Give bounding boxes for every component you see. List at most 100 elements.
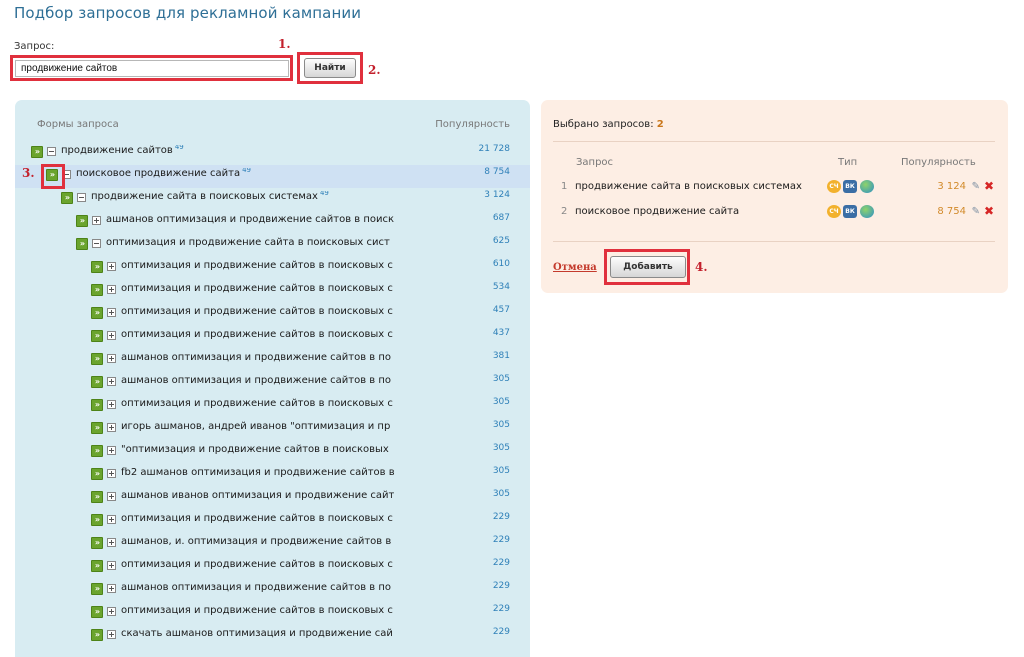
expand-icon[interactable] [107,584,116,593]
divider [553,241,995,242]
add-query-icon[interactable]: » [91,376,103,388]
expand-icon[interactable] [107,469,116,478]
expand-icon[interactable] [107,538,116,547]
expand-icon[interactable] [107,308,116,317]
tree-row-text[interactable]: "оптимизация и продвижение сайтов в поис… [121,444,389,455]
expand-icon[interactable] [107,492,116,501]
tree-row-text[interactable]: продвижение сайтов 49 [61,145,184,156]
tree-row-popularity: 229 [492,558,510,568]
subquery-count: 49 [319,191,329,197]
tree-row: » игорь ашманов, андрей иванов "оптимизац… [15,418,530,441]
expand-icon[interactable] [92,216,101,225]
add-query-icon[interactable]: » [91,468,103,480]
popularity-column-header: Популярность [435,119,510,130]
add-query-icon[interactable]: » [91,583,103,595]
delete-icon[interactable]: ✖ [984,179,994,193]
tree-row-text[interactable]: ашманов оптимизация и продвижение сайтов… [121,582,391,593]
add-query-icon[interactable]: » [91,353,103,365]
tree-row-popularity: 610 [492,259,510,269]
add-query-icon[interactable]: » [91,537,103,549]
tree-row-text[interactable]: оптимизация и продвижение сайтов в поиск… [121,306,393,317]
add-query-icon[interactable]: » [91,422,103,434]
tree-row-text[interactable]: скачать ашманов оптимизация и продвижени… [121,628,393,639]
add-query-icon[interactable]: » [91,491,103,503]
search-input[interactable] [15,60,289,77]
expand-icon[interactable] [107,377,116,386]
edit-icon[interactable]: ✎ [972,181,980,192]
tree-row-text[interactable]: оптимизация и продвижение сайтов в поиск… [121,513,393,524]
tree-row-popularity: 229 [492,535,510,545]
expand-icon[interactable] [107,331,116,340]
annotation-4: 4. [695,260,708,274]
tree-row-text[interactable]: ашманов оптимизация и продвижение сайтов… [121,352,391,363]
expand-icon[interactable] [107,285,116,294]
add-query-icon[interactable]: » [91,606,103,618]
collapse-icon[interactable] [92,239,101,248]
add-query-icon[interactable]: » [91,261,103,273]
tree-row-text[interactable]: игорь ашманов, андрей иванов "оптимизаци… [121,421,390,432]
collapse-icon[interactable] [47,147,56,156]
add-button[interactable]: Добавить [610,256,686,278]
page-title: Подбор запросов для рекламной кампании [14,4,362,22]
add-query-icon[interactable]: » [91,629,103,641]
tree-row-text[interactable]: поисковое продвижение сайта 49 [76,168,251,179]
add-query-icon[interactable]: » [91,330,103,342]
expand-icon[interactable] [107,515,116,524]
add-query-icon[interactable]: » [61,192,73,204]
add-query-icon[interactable]: » [91,307,103,319]
add-query-icon[interactable]: » [91,399,103,411]
selected-query-row: 2 поисковое продвижение сайта СЧ ВК 8 754 ✎ ✖ [541,202,1008,224]
divider [553,141,995,142]
subquery-count: 49 [242,168,251,174]
add-query-icon[interactable]: » [76,238,88,250]
tree-row: » ашманов, и. оптимизация и продвижение с… [15,533,530,556]
add-query-icon[interactable]: » [91,284,103,296]
tree-row-text[interactable]: ашманов иванов оптимизация и продвижение… [121,490,394,501]
tree-row-text[interactable]: оптимизация и продвижение сайтов в поиск… [121,605,393,616]
add-query-icon[interactable]: » [31,146,43,158]
expand-icon[interactable] [107,446,116,455]
tree-row-text[interactable]: продвижение сайта в поисковых системах 49 [91,191,329,202]
query-column-header: Запрос [576,157,614,168]
tree-row-text[interactable]: оптимизация и продвижение сайтов в поиск… [121,260,393,271]
tree-row-text[interactable]: оптимизация и продвижение сайтов в поиск… [121,559,393,570]
selected-queries-panel: Выбрано запросов: 2 Запрос Тип Популярно… [541,100,1008,293]
collapse-icon[interactable] [62,170,71,179]
add-query-icon[interactable]: » [91,560,103,572]
collapse-icon[interactable] [77,193,86,202]
expand-icon[interactable] [107,607,116,616]
expand-icon[interactable] [107,400,116,409]
delete-icon[interactable]: ✖ [984,204,994,218]
add-query-icon[interactable]: » [76,215,88,227]
add-query-icon[interactable]: » [91,514,103,526]
expand-icon[interactable] [107,262,116,271]
expand-icon[interactable] [107,561,116,570]
selected-query-popularity: 3 124 [937,181,966,192]
tree-row-text[interactable]: оптимизация и продвижение сайтов в поиск… [121,283,393,294]
add-query-icon[interactable]: » [91,445,103,457]
tree-row-text[interactable]: оптимизация и продвижение сайта в поиско… [106,237,390,248]
tree-row-text[interactable]: ашманов оптимизация и продвижение сайтов… [121,375,391,386]
cancel-link[interactable]: Отмена [553,262,597,273]
tree-row-popularity: 21 728 [478,144,511,154]
tree-row-popularity: 305 [492,443,510,453]
tree-row-text[interactable]: ашманов, и. оптимизация и продвижение са… [121,536,391,547]
annotation-3: 3. [22,166,35,180]
tree-row-popularity: 305 [492,466,510,476]
selected-query-text: поисковое продвижение сайта [575,206,740,217]
expand-icon[interactable] [107,423,116,432]
add-query-icon[interactable]: » [46,169,58,181]
edit-icon[interactable]: ✎ [972,206,980,217]
tree-row-popularity: 305 [492,489,510,499]
tree-row: » ашманов иванов оптимизация и продвижени… [15,487,530,510]
find-button[interactable]: Найти [304,58,356,78]
tree-row-popularity: 457 [492,305,510,315]
tree-row-text[interactable]: оптимизация и продвижение сайтов в поиск… [121,329,393,340]
expand-icon[interactable] [107,630,116,639]
query-forms-panel: Формы запроса Популярность » продвижение … [15,100,530,657]
tree-row-text[interactable]: оптимизация и продвижение сайтов в поиск… [121,398,393,409]
tree-row-text[interactable]: fb2 ашманов оптимизация и продвижение са… [121,467,395,478]
expand-icon[interactable] [107,354,116,363]
tree-row-text[interactable]: ашманов оптимизация и продвижение сайтов… [106,214,394,225]
tree-row-popularity: 305 [492,374,510,384]
